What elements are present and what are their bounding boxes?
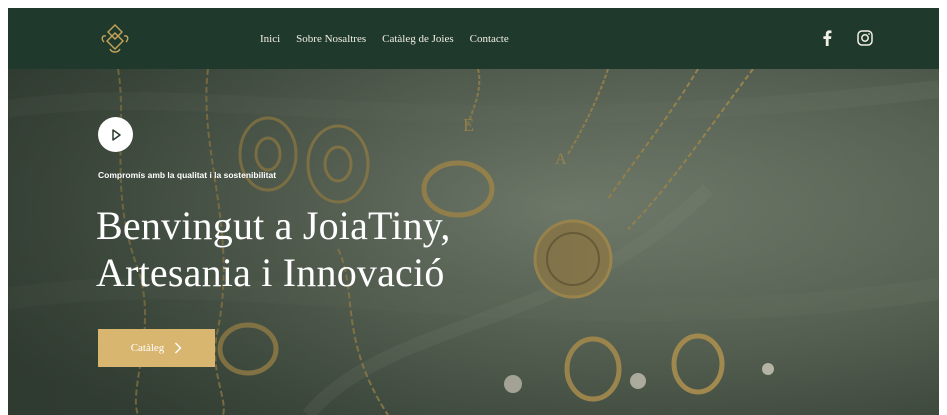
nav-link-inici[interactable]: Inici bbox=[260, 33, 280, 45]
play-button[interactable] bbox=[98, 117, 133, 152]
navbar: Inici Sobre Nosaltres Catàleg de Joies C… bbox=[8, 8, 939, 69]
page-frame: Inici Sobre Nosaltres Catàleg de Joies C… bbox=[8, 8, 939, 415]
nav-link-contacte[interactable]: Contacte bbox=[470, 33, 509, 45]
facebook-icon[interactable] bbox=[816, 27, 838, 49]
main-nav: Inici Sobre Nosaltres Catàleg de Joies C… bbox=[260, 8, 525, 69]
instagram-icon[interactable] bbox=[854, 27, 876, 49]
logo-icon[interactable] bbox=[98, 22, 132, 56]
catalog-button[interactable]: Catàleg bbox=[98, 329, 215, 367]
chevron-right-icon bbox=[175, 342, 182, 354]
hero-title-line-2: Artesania i Innovació bbox=[96, 250, 445, 295]
hero-title-line-1: Benvingut a JoiaTiny, bbox=[96, 203, 451, 248]
hero-section: E A Compromís amb la qualitat i la soste… bbox=[8, 69, 939, 415]
catalog-button-label: Catàleg bbox=[130, 342, 165, 354]
nav-link-sobre-nosaltres[interactable]: Sobre Nosaltres bbox=[296, 33, 366, 45]
hero-tagline: Compromís amb la qualitat i la sostenibi… bbox=[98, 170, 277, 180]
nav-link-cataleg[interactable]: Catàleg de Joies bbox=[382, 33, 453, 45]
play-icon bbox=[111, 128, 121, 141]
social-links bbox=[816, 27, 876, 49]
hero-title: Benvingut a JoiaTiny, Artesania i Innova… bbox=[96, 202, 616, 296]
